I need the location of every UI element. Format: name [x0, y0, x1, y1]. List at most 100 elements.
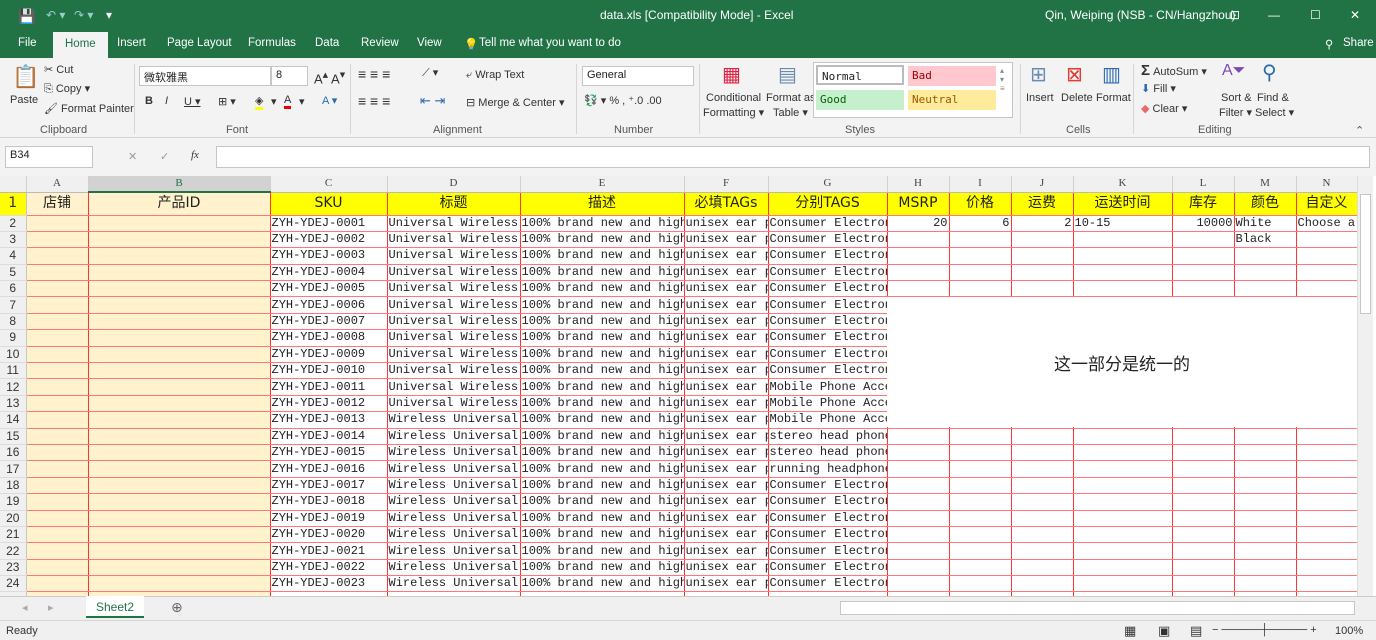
- enter-icon[interactable]: ✓: [160, 150, 169, 163]
- cell[interactable]: [1073, 477, 1173, 495]
- cell[interactable]: Universal Wireless: [387, 296, 521, 314]
- cell[interactable]: Wireless Universal: [387, 559, 521, 577]
- cell[interactable]: unisex ear p: [684, 247, 769, 265]
- cell[interactable]: [1296, 542, 1358, 560]
- font-color-dropdown[interactable]: ▾: [299, 95, 305, 108]
- merge-center-button[interactable]: ⊟ Merge & Center ▾: [466, 96, 565, 109]
- cell[interactable]: ZYH-YDEJ-0011: [270, 378, 388, 396]
- cell[interactable]: [88, 493, 271, 511]
- header-cell[interactable]: 必填TAGs: [684, 192, 769, 216]
- cell[interactable]: unisex ear p: [684, 313, 769, 331]
- cell[interactable]: running headphone: [768, 460, 888, 478]
- fill-button[interactable]: ⬇ Fill ▾: [1141, 82, 1176, 95]
- cell[interactable]: Choose a: [1296, 215, 1358, 232]
- cell[interactable]: [949, 247, 1012, 265]
- cell[interactable]: ZYH-YDEJ-0013: [270, 411, 388, 429]
- cell[interactable]: Consumer Electron: [768, 346, 888, 364]
- cell[interactable]: Wireless Universal: [387, 526, 521, 544]
- cell[interactable]: 100% brand new and high: [520, 280, 685, 298]
- cell[interactable]: [1296, 477, 1358, 495]
- cell[interactable]: [88, 460, 271, 478]
- merged-cell-note[interactable]: 这一部分是统一的: [887, 297, 1357, 427]
- cell[interactable]: unisex ear p: [684, 215, 769, 232]
- cell[interactable]: ZYH-YDEJ-0016: [270, 460, 388, 478]
- delete-cells-button[interactable]: Delete: [1061, 92, 1093, 104]
- cell[interactable]: [1234, 460, 1297, 478]
- cell[interactable]: 100% brand new and high: [520, 231, 685, 249]
- row-header[interactable]: 1: [0, 192, 27, 216]
- cell[interactable]: Black: [1234, 231, 1297, 249]
- cell[interactable]: [88, 329, 271, 347]
- cell[interactable]: [26, 428, 89, 445]
- cell[interactable]: unisex ear p: [684, 378, 769, 396]
- borders-icon[interactable]: ⊞ ▾: [218, 95, 236, 108]
- cell[interactable]: [949, 444, 1012, 462]
- cell[interactable]: 100% brand new and high: [520, 395, 685, 413]
- cell[interactable]: [949, 559, 1012, 577]
- tab-review[interactable]: Review: [361, 37, 399, 49]
- cell[interactable]: 100% brand new and high: [520, 215, 685, 232]
- font-name-select[interactable]: 微软雅黑: [139, 66, 271, 86]
- next-sheet-icon[interactable]: ▸: [48, 601, 54, 614]
- cell[interactable]: Wireless Universal: [387, 460, 521, 478]
- tab-data[interactable]: Data: [315, 37, 339, 49]
- cell[interactable]: 100% brand new and high: [520, 559, 685, 577]
- style-good[interactable]: Good: [816, 90, 904, 110]
- cell[interactable]: [1296, 247, 1358, 265]
- cell[interactable]: 100% brand new and high: [520, 493, 685, 511]
- cell[interactable]: [88, 395, 271, 413]
- cell[interactable]: unisex ear p: [684, 510, 769, 527]
- format-painter-button[interactable]: 🖌 Format Painter: [44, 102, 134, 115]
- cell[interactable]: [1011, 493, 1074, 511]
- cell[interactable]: Mobile Phone Acce: [768, 378, 888, 396]
- cell[interactable]: 100% brand new and high: [520, 378, 685, 396]
- cell[interactable]: [1296, 231, 1358, 249]
- style-neutral[interactable]: Neutral: [908, 90, 996, 110]
- header-cell[interactable]: 自定义: [1296, 192, 1358, 216]
- cell[interactable]: [88, 411, 271, 429]
- cell[interactable]: [887, 526, 950, 544]
- column-header-j[interactable]: J: [1011, 176, 1074, 193]
- underline-button[interactable]: U ▾: [184, 95, 201, 108]
- cell[interactable]: [1172, 575, 1235, 593]
- cell[interactable]: [1011, 542, 1074, 560]
- cell[interactable]: [1073, 493, 1173, 511]
- cell[interactable]: Wireless Universal: [387, 542, 521, 560]
- column-header-d[interactable]: D: [387, 176, 521, 193]
- delete-cells-icon[interactable]: ⊠: [1066, 62, 1083, 87]
- row-header[interactable]: 2: [0, 215, 27, 232]
- cell[interactable]: Consumer Electron: [768, 526, 888, 544]
- cell[interactable]: Universal Wireless: [387, 329, 521, 347]
- insert-cells-icon[interactable]: ⊞: [1030, 62, 1047, 87]
- cell[interactable]: ZYH-YDEJ-0014: [270, 428, 388, 445]
- row-header[interactable]: 18: [0, 477, 27, 495]
- ribbon-display-icon[interactable]: ⊡: [1230, 8, 1240, 22]
- cell[interactable]: [26, 313, 89, 331]
- cell[interactable]: Mobile Phone Acce: [768, 395, 888, 413]
- cell[interactable]: [887, 542, 950, 560]
- row-header[interactable]: 4: [0, 247, 27, 265]
- cell[interactable]: [1011, 280, 1074, 298]
- cancel-icon[interactable]: ✕: [128, 150, 137, 163]
- cell[interactable]: 100% brand new and high: [520, 526, 685, 544]
- cell[interactable]: unisex ear p: [684, 329, 769, 347]
- cell[interactable]: unisex ear p: [684, 526, 769, 544]
- cell[interactable]: [1011, 526, 1074, 544]
- tab-formulas[interactable]: Formulas: [248, 37, 296, 49]
- row-header[interactable]: 21: [0, 526, 27, 544]
- cell[interactable]: [26, 231, 89, 249]
- row-header[interactable]: 11: [0, 362, 27, 380]
- cell[interactable]: Universal Wireless: [387, 280, 521, 298]
- tab-insert[interactable]: Insert: [117, 37, 146, 49]
- cell[interactable]: [887, 264, 950, 282]
- cell[interactable]: [949, 526, 1012, 544]
- cell[interactable]: [887, 575, 950, 593]
- paste-button[interactable]: Paste: [10, 94, 38, 106]
- cell[interactable]: [1172, 280, 1235, 298]
- cell[interactable]: Consumer Electron: [768, 542, 888, 560]
- cell[interactable]: [887, 493, 950, 511]
- cell[interactable]: ZYH-YDEJ-0021: [270, 542, 388, 560]
- cell[interactable]: 2: [1011, 215, 1074, 232]
- cell[interactable]: [1296, 444, 1358, 462]
- cell[interactable]: ZYH-YDEJ-0001: [270, 215, 388, 232]
